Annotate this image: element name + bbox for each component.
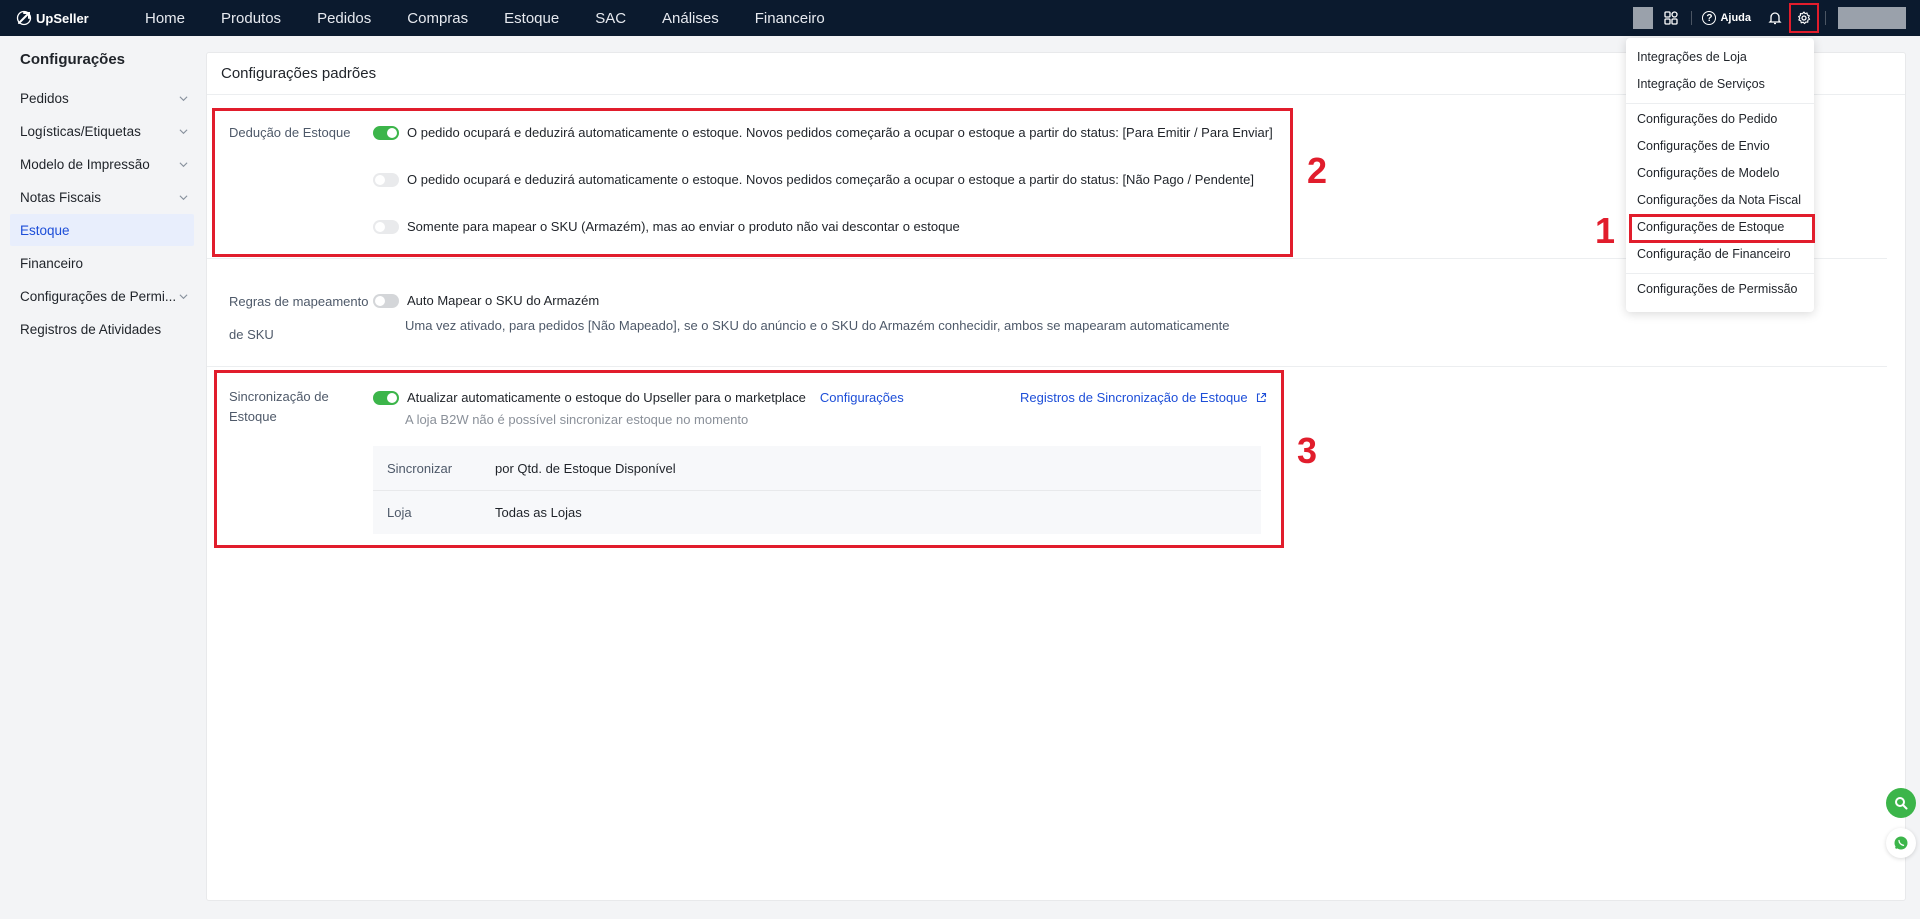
menu-item-config-pedido[interactable]: Configurações do Pedido [1637, 112, 1777, 126]
main-nav: Home Produtos Pedidos Compras Estoque SA… [128, 10, 861, 27]
sidebar-item-pedidos[interactable]: Pedidos [10, 82, 194, 114]
chevron-down-icon [179, 293, 188, 299]
nav-sac[interactable]: SAC [595, 10, 626, 27]
annotation-box-2 [212, 108, 1293, 257]
redacted-block [1633, 7, 1654, 29]
settings-sidebar: Configurações Pedidos Logísticas/Etiquet… [0, 36, 200, 919]
sidebar-item-registros[interactable]: Registros de Atividades [10, 313, 194, 345]
annotation-box-3 [214, 370, 1284, 548]
mapping-label: Regras de mapeamento de SKU [229, 285, 368, 351]
annotation-number-1: 1 [1595, 210, 1616, 251]
top-right-tools: ? Ajuda [1633, 0, 1920, 36]
mapping-description: Uma vez ativado, para pedidos [Não Mapea… [405, 318, 1230, 333]
apps-grid-icon[interactable] [1661, 8, 1681, 28]
search-icon [1895, 797, 1908, 810]
sidebar-item-label: Financeiro [20, 255, 84, 271]
divider [1691, 11, 1693, 25]
sidebar-item-label: Estoque [20, 222, 70, 238]
gear-icon [1798, 11, 1811, 25]
nav-estoque[interactable]: Estoque [504, 10, 559, 27]
nav-home[interactable]: Home [145, 10, 185, 27]
mapping-label-line2: de SKU [229, 327, 274, 342]
settings-button[interactable] [1789, 3, 1819, 33]
top-nav-bar: UpSeller Home Produtos Pedidos Compras E… [0, 0, 1920, 36]
divider [207, 366, 1887, 367]
chevron-down-icon [179, 161, 188, 167]
floating-search-button[interactable] [1886, 788, 1916, 818]
sidebar-item-label: Pedidos [20, 90, 69, 106]
help-circle-icon: ? [1702, 11, 1717, 25]
settings-dropdown-menu: Integrações de Loja Integração de Serviç… [1626, 38, 1815, 312]
mapping-option-text: Auto Mapear o SKU do Armazém [407, 293, 600, 308]
mapping-label-line1: Regras de mapeamento [229, 294, 369, 309]
menu-item-config-envio[interactable]: Configurações de Envio [1637, 139, 1770, 153]
menu-divider [1626, 103, 1814, 104]
chevron-down-icon [179, 95, 188, 101]
brand-name: UpSeller [36, 10, 89, 26]
help-label: Ajuda [1720, 12, 1751, 24]
menu-item-config-permissao[interactable]: Configurações de Permissão [1637, 282, 1798, 296]
sidebar-item-label: Configurações de Permi... [20, 288, 177, 304]
nav-financeiro[interactable]: Financeiro [755, 10, 825, 27]
menu-item-config-modelo[interactable]: Configurações de Modelo [1637, 166, 1779, 180]
upseller-logo-icon [16, 10, 32, 26]
chevron-down-icon [179, 194, 188, 200]
menu-item-integracoes-loja[interactable]: Integrações de Loja [1637, 50, 1747, 64]
nav-produtos[interactable]: Produtos [221, 10, 281, 27]
menu-item-integracao-servicos[interactable]: Integração de Serviços [1637, 77, 1765, 91]
sidebar-item-label: Logísticas/Etiquetas [20, 123, 141, 139]
nav-compras[interactable]: Compras [407, 10, 468, 27]
nav-analises[interactable]: Análises [662, 10, 719, 27]
sidebar-item-modelo-impressao[interactable]: Modelo de Impressão [10, 148, 194, 180]
sidebar-item-label: Registros de Atividades [20, 321, 162, 337]
sidebar-title: Configurações [20, 51, 126, 68]
annotation-box-1 [1629, 214, 1815, 243]
sidebar-item-estoque[interactable]: Estoque [10, 214, 194, 246]
sidebar-item-label: Modelo de Impressão [20, 156, 150, 172]
upseller-logo[interactable]: UpSeller [16, 10, 128, 26]
floating-whatsapp-button[interactable] [1886, 828, 1916, 858]
mapping-toggle[interactable] [373, 293, 399, 308]
sidebar-item-financeiro[interactable]: Financeiro [10, 247, 194, 279]
nav-pedidos[interactable]: Pedidos [317, 10, 371, 27]
sidebar-item-logisticas[interactable]: Logísticas/Etiquetas [10, 115, 194, 147]
chevron-down-icon [179, 128, 188, 134]
help-button[interactable]: ? Ajuda [1702, 11, 1751, 25]
sidebar-item-permissoes[interactable]: Configurações de Permi... [10, 280, 194, 312]
annotation-number-2: 2 [1307, 150, 1328, 191]
sidebar-item-label: Notas Fiscais [20, 189, 102, 205]
whatsapp-icon [1894, 836, 1908, 850]
menu-item-config-nota-fiscal[interactable]: Configurações da Nota Fiscal [1637, 193, 1801, 207]
sidebar-item-notas-fiscais[interactable]: Notas Fiscais [10, 181, 194, 213]
menu-divider [1626, 273, 1814, 274]
bell-icon[interactable] [1765, 8, 1785, 28]
mapping-option[interactable]: Auto Mapear o SKU do Armazém [373, 293, 599, 308]
annotation-number-3: 3 [1297, 430, 1318, 471]
divider [1825, 11, 1826, 25]
user-avatar[interactable] [1838, 7, 1906, 29]
menu-item-config-financeiro[interactable]: Configuração de Financeiro [1637, 247, 1791, 261]
